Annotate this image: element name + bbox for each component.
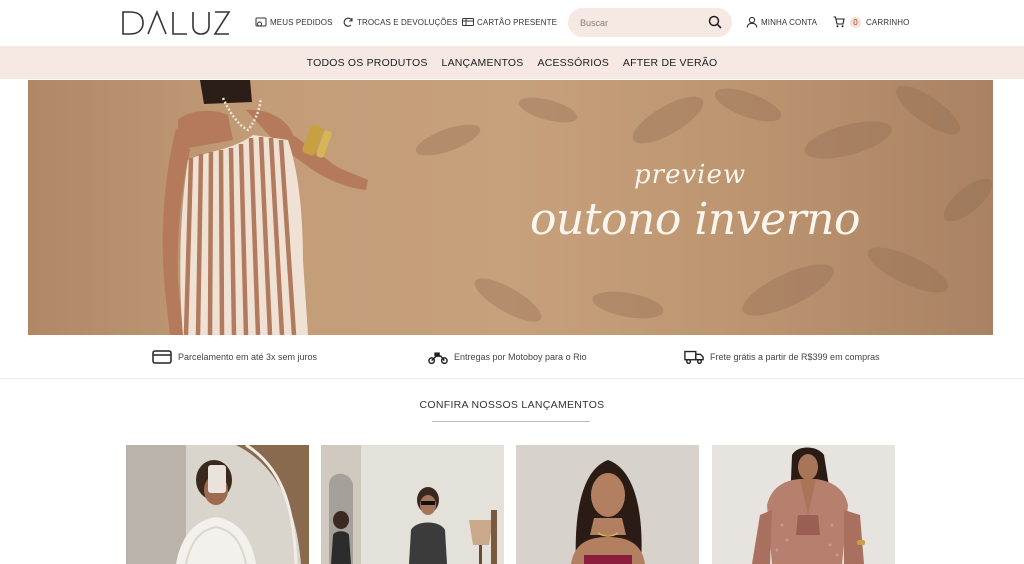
- hero-subtitle: preview: [634, 160, 747, 190]
- search-bar: [568, 8, 732, 37]
- benefit-motoboy-text: Entregas por Motoboy para o Rio: [454, 352, 587, 362]
- gift-card-icon: [462, 16, 474, 28]
- my-orders-label: MEUS PEDIDOS: [270, 17, 333, 27]
- returns-label: TROCAS E DEVOLUÇÕES: [357, 17, 458, 27]
- brand-logo[interactable]: [121, 9, 231, 37]
- hero-banner[interactable]: preview outono inverno: [28, 80, 993, 335]
- nav-item-accessories[interactable]: ACESSÓRIOS: [537, 57, 608, 69]
- product-image: [516, 445, 699, 564]
- nav-item-all-products[interactable]: TODOS OS PRODUTOS: [307, 57, 428, 69]
- benefits-bar: Parcelamento em até 3x sem juros Entrega…: [0, 335, 1024, 379]
- account-label: MINHA CONTA: [761, 17, 818, 27]
- product-card[interactable]: [516, 445, 699, 564]
- benefit-free-shipping-text: Frete grátis a partir de R$399 em compra…: [710, 352, 880, 362]
- product-card[interactable]: [126, 445, 309, 564]
- benefit-free-shipping: Frete grátis a partir de R$399 em compra…: [684, 349, 880, 365]
- orders-icon: [255, 16, 267, 28]
- returns-link[interactable]: TROCAS E DEVOLUÇÕES: [342, 15, 458, 29]
- brand-logo-mark: [122, 9, 231, 35]
- product-card[interactable]: [712, 445, 895, 564]
- motorcycle-icon: [428, 349, 448, 365]
- search-icon[interactable]: [708, 15, 722, 29]
- main-nav: TODOS OS PRODUTOS LANÇAMENTOS ACESSÓRIOS…: [0, 46, 1024, 79]
- section-title: CONFIRA NOSSOS LANÇAMENTOS: [419, 399, 605, 411]
- gift-card-link[interactable]: CARTÃO PRESENTE: [462, 15, 557, 29]
- product-image: [126, 445, 309, 564]
- search-input[interactable]: [580, 15, 700, 30]
- refresh-icon: [342, 16, 354, 28]
- product-image: [712, 445, 895, 564]
- my-orders-link[interactable]: MEUS PEDIDOS: [255, 15, 333, 29]
- benefit-motoboy: Entregas por Motoboy para o Rio: [428, 349, 587, 365]
- credit-card-icon: [152, 349, 172, 365]
- cart-link[interactable]: 0 CARRINHO: [833, 15, 909, 29]
- product-card[interactable]: [321, 445, 504, 564]
- nav-item-after-summer[interactable]: AFTER DE VERÃO: [623, 57, 717, 69]
- cart-icon: [833, 16, 845, 28]
- section-divider: [432, 421, 590, 422]
- product-image: [321, 445, 504, 564]
- cart-count-badge: 0: [850, 16, 861, 28]
- gift-card-label: CARTÃO PRESENTE: [477, 17, 558, 27]
- nav-item-new-arrivals[interactable]: LANÇAMENTOS: [442, 57, 524, 69]
- hero-title: outono inverno: [530, 194, 860, 245]
- truck-icon: [684, 349, 704, 365]
- user-icon: [746, 16, 758, 28]
- benefit-installments-text: Parcelamento em até 3x sem juros: [178, 352, 318, 362]
- cart-label: CARRINHO: [866, 17, 910, 27]
- account-link[interactable]: MINHA CONTA: [746, 15, 817, 29]
- site-header: MEUS PEDIDOS TROCAS E DEVOLUÇÕES CARTÃO …: [0, 0, 1024, 46]
- benefit-installments: Parcelamento em até 3x sem juros: [152, 349, 317, 365]
